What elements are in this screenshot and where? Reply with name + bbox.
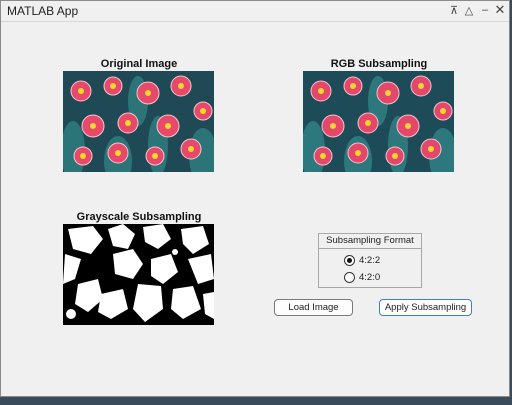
radio-label-420: 4:2:0	[359, 272, 381, 283]
subsampling-format-title: Subsampling Format	[319, 234, 421, 249]
grayscale-subsampling-title: Grayscale Subsampling	[76, 211, 202, 223]
grayscale-subsampled-image	[63, 224, 214, 325]
title-bar: MATLAB App ⊼ △ – ✕	[1, 1, 509, 22]
pin-icon[interactable]: ⊼	[447, 3, 461, 17]
rgb-subsampling-title: RGB Subsampling	[330, 58, 428, 70]
rgb-subsampled-image	[303, 71, 454, 172]
radio-label-422: 4:2:2	[359, 255, 381, 266]
radio-unselected-icon[interactable]	[344, 272, 355, 283]
radio-selected-icon[interactable]	[344, 255, 355, 266]
radio-option-422[interactable]: 4:2:2	[344, 254, 414, 267]
load-image-button[interactable]: Load Image	[274, 299, 353, 316]
original-image-title: Original Image	[100, 58, 178, 70]
subsampling-format-group: Subsampling Format 4:2:2 4:2:0	[318, 233, 422, 288]
apply-subsampling-button[interactable]: Apply Subsampling	[379, 299, 472, 316]
minimize-icon[interactable]: –	[478, 3, 492, 17]
radio-option-420[interactable]: 4:2:0	[344, 271, 414, 284]
window-title: MATLAB App	[7, 4, 79, 18]
original-image	[63, 71, 214, 172]
close-icon[interactable]: ✕	[493, 2, 507, 17]
expand-icon[interactable]: △	[462, 3, 476, 17]
app-window: MATLAB App ⊼ △ – ✕ Original Image RGB Su…	[0, 0, 510, 397]
